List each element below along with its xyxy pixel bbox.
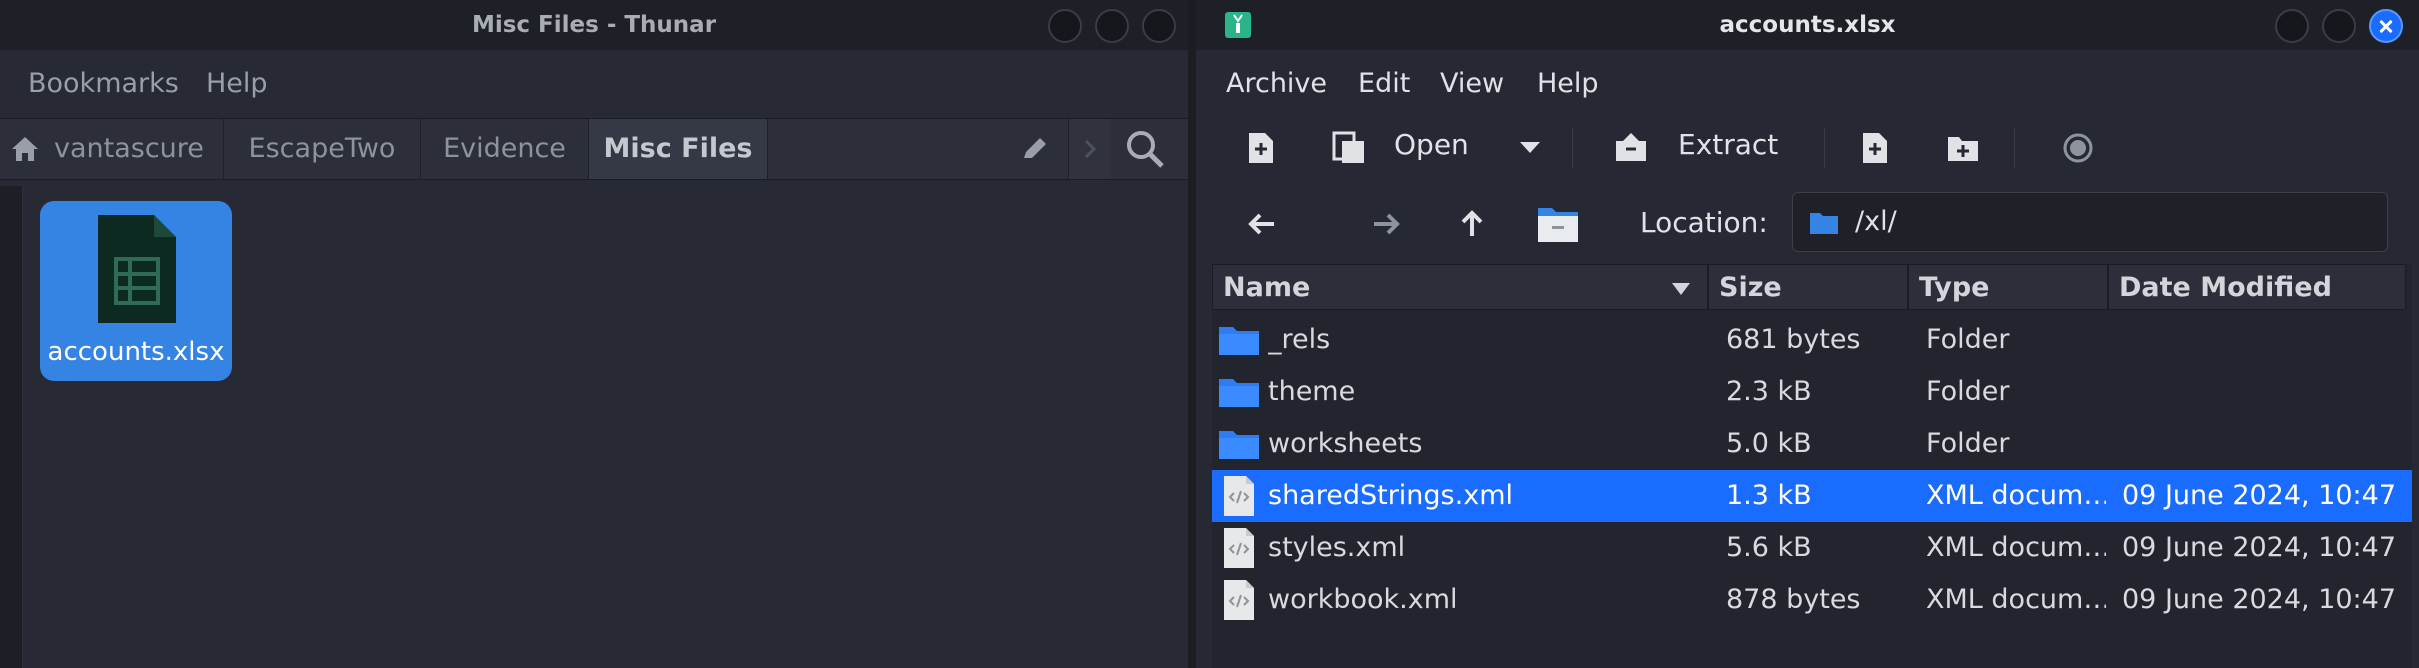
maximize-button[interactable]: [2322, 9, 2356, 43]
search-icon[interactable]: [1124, 128, 1166, 170]
cell-type: Folder: [1926, 376, 2010, 407]
breadcrumb-item-misc-files[interactable]: Misc Files: [589, 119, 768, 179]
breadcrumb: vantascure EscapeTwo Evidence Misc Files: [0, 118, 1188, 180]
cell-type: XML docum…: [1926, 480, 2106, 511]
cell-date: 09 June 2024, 10:47: [2122, 584, 2397, 615]
cell-date: 09 June 2024, 10:47: [2122, 532, 2397, 563]
location-label: Location:: [1640, 206, 1768, 239]
cell-size: 5.0 kB: [1726, 428, 1812, 459]
cell-type: XML docum…: [1926, 584, 2106, 615]
column-header-size[interactable]: Size: [1708, 264, 1908, 310]
breadcrumb-item-evidence[interactable]: Evidence: [421, 119, 589, 179]
location-path: /xl/: [1855, 206, 1897, 237]
up-arrow-icon[interactable]: [1458, 208, 1486, 240]
open-button[interactable]: Open: [1394, 128, 1469, 161]
maximize-button[interactable]: [1095, 9, 1129, 43]
chevron-down-icon[interactable]: [1518, 140, 1542, 156]
breadcrumb-label: vantascure: [54, 133, 204, 164]
cell-name: workbook.xml: [1268, 584, 1458, 615]
scroll-right-button[interactable]: [1068, 119, 1111, 179]
minimize-button[interactable]: [2275, 9, 2309, 43]
cell-type: Folder: [1926, 324, 2010, 355]
cell-name: sharedStrings.xml: [1268, 480, 1513, 511]
stop-icon[interactable]: [2062, 132, 2094, 164]
table-row[interactable]: worksheets 5.0 kB Folder: [1212, 418, 2412, 470]
cell-size: 878 bytes: [1726, 584, 1861, 615]
table-row[interactable]: styles.xml 5.6 kB XML docum… 09 June 2024, …: [1212, 522, 2412, 574]
menu-view[interactable]: View: [1440, 50, 1504, 118]
archive-manager-window: accounts.xlsx Archive Edit View Help Ope…: [1196, 0, 2419, 668]
cell-date: [2122, 314, 2410, 366]
toolbar-separator: [1572, 128, 1573, 168]
column-header-date-modified[interactable]: Date Modified: [2108, 264, 2406, 310]
back-arrow-icon[interactable]: [1246, 210, 1278, 238]
cell-date: 09 June 2024, 10:47: [2122, 480, 2397, 511]
cell-size: 1.3 kB: [1726, 480, 1812, 511]
column-header-type[interactable]: Type: [1908, 264, 2108, 310]
spreadsheet-icon: [98, 215, 176, 323]
column-header-name[interactable]: Name: [1212, 264, 1708, 310]
menu-archive[interactable]: Archive: [1226, 50, 1327, 118]
add-folder-icon[interactable]: [1946, 133, 1980, 163]
toolbar-separator: [1824, 128, 1825, 168]
pencil-icon[interactable]: [1020, 134, 1050, 164]
toolbar-separator: [2014, 128, 2015, 168]
cell-name: _rels: [1268, 324, 1331, 355]
forward-arrow-icon[interactable]: [1370, 210, 1402, 238]
menubar: Archive Edit View Help: [1196, 50, 2419, 118]
xml-file-icon: [1224, 580, 1254, 620]
extract-icon[interactable]: [1614, 131, 1648, 163]
menu-edit[interactable]: Edit: [1358, 50, 1410, 118]
cell-size: 681 bytes: [1726, 324, 1861, 355]
archive-titlebar[interactable]: accounts.xlsx: [1196, 0, 2419, 50]
cell-name: styles.xml: [1268, 532, 1406, 563]
menu-help[interactable]: Help: [1537, 50, 1599, 118]
window-divider: [1188, 0, 1196, 668]
table-row[interactable]: workbook.xml 878 bytes XML docum… 09 June 2…: [1212, 574, 2412, 626]
breadcrumb-item-home[interactable]: vantascure: [0, 119, 224, 179]
cell-type: XML docum…: [1926, 532, 2106, 563]
xml-file-icon: [1224, 528, 1254, 568]
file-item-accounts-xlsx[interactable]: accounts.xlsx: [40, 201, 232, 381]
breadcrumb-item-escapetwo[interactable]: EscapeTwo: [224, 119, 421, 179]
location-field[interactable]: /xl/: [1792, 192, 2388, 252]
cell-date: [2122, 418, 2410, 470]
window-title: accounts.xlsx: [1719, 12, 1896, 38]
folder-icon: [1810, 213, 1838, 234]
cell-name: theme: [1268, 376, 1356, 407]
sort-descending-icon: [1672, 283, 1690, 295]
cell-size: 2.3 kB: [1726, 376, 1812, 407]
cell-name: worksheets: [1268, 428, 1423, 459]
table-row[interactable]: sharedStrings.xml 1.3 kB XML docum… 09 June…: [1212, 470, 2412, 522]
thunar-titlebar[interactable]: Misc Files - Thunar: [0, 0, 1188, 50]
cell-size: 5.6 kB: [1726, 532, 1812, 563]
folder-icon: [1219, 379, 1259, 407]
close-button[interactable]: [1142, 9, 1176, 43]
folder-icon: [1219, 431, 1259, 459]
menu-help[interactable]: Help: [206, 50, 268, 118]
menu-bookmarks[interactable]: Bookmarks: [28, 50, 179, 118]
new-archive-icon[interactable]: [1246, 131, 1276, 165]
xml-file-icon: [1224, 476, 1254, 516]
cell-date: [2122, 366, 2410, 418]
home-folder-icon[interactable]: [1536, 204, 1580, 244]
minimize-button[interactable]: [1048, 9, 1082, 43]
home-icon: [12, 137, 38, 161]
thunar-window: Misc Files - Thunar Bookmarks Help vanta…: [0, 0, 1188, 668]
menubar: Bookmarks Help: [0, 50, 1188, 118]
window-title: Misc Files - Thunar: [471, 12, 717, 38]
extract-button[interactable]: Extract: [1678, 128, 1778, 161]
file-list: Name Size Type Date Modified _rels 681 by…: [1212, 264, 2412, 668]
table-row[interactable]: _rels 681 bytes Folder: [1212, 314, 2412, 366]
folder-icon: [1219, 327, 1259, 355]
column-label: Name: [1223, 272, 1311, 303]
file-name: accounts.xlsx: [47, 337, 225, 367]
open-icon[interactable]: [1332, 131, 1366, 165]
add-file-icon[interactable]: [1860, 131, 1890, 165]
chevron-right-icon: [1084, 139, 1097, 159]
close-button[interactable]: [2369, 9, 2403, 43]
side-pane-edge: [0, 186, 23, 668]
cell-type: Folder: [1926, 428, 2010, 459]
table-row[interactable]: theme 2.3 kB Folder: [1212, 366, 2412, 418]
